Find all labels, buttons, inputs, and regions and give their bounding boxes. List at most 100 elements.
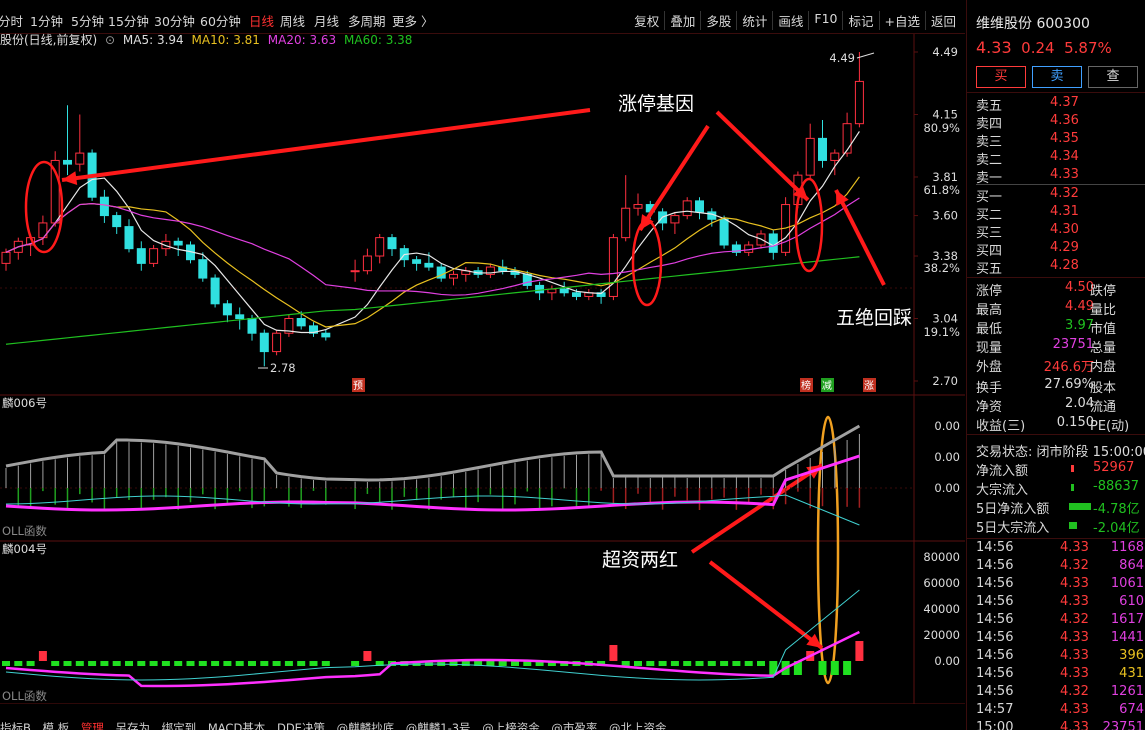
ind2-bar [260,661,269,666]
indicator-tab[interactable]: 绑定到 [162,721,197,730]
orderbook-price: 4.33 [1050,167,1079,182]
mark-button[interactable]: 标记 [842,11,878,30]
tick-row: 14:56 4.33 610 [976,594,1145,612]
ma5-line [5,131,860,334]
orderbook-price: 4.36 [1050,113,1079,128]
tab-30min[interactable]: 30分钟 [154,11,195,30]
tab-15min[interactable]: 15分钟 [108,11,149,30]
orderbook-price: 4.28 [1050,258,1079,273]
ind2-bar [2,661,10,666]
orderbook-row: 卖二 4.34 [976,149,1145,168]
stat-label: 涨停 [976,284,1003,299]
ind2-bar [14,661,23,666]
indicator-tab[interactable]: 指标B [0,721,31,730]
multi-stock-button[interactable]: 多股 [700,11,736,30]
orderbook-row: 卖三 4.35 [976,131,1145,150]
tick-row: 14:56 4.32 1617 [976,612,1145,630]
stat-label: 现量 [976,341,1003,356]
indicator-tab[interactable]: MACD基本 [208,721,265,730]
orderbook-label: 买一 [976,190,1003,205]
ind2-bar [511,661,519,666]
stock-title: 维维股份 600300 [976,13,1090,33]
ind2-bar [683,661,692,666]
kline-chart[interactable]: 4.494.153.813.603.383.042.7080.9%61.8%38… [0,34,965,704]
query-button[interactable]: 查 [1088,66,1138,88]
price-axis-label: 4.15 [932,107,958,121]
tab-5min[interactable]: 5分钟 [71,11,104,30]
tick-price: 4.33 [1060,720,1089,730]
indicator-tab[interactable]: @市盈率 [551,721,597,730]
sell-button[interactable]: 卖 [1032,66,1082,88]
indicator-tab[interactable]: 模 板 [43,721,70,730]
orderbook-price: 4.35 [1050,131,1079,146]
ind2-bar [272,661,281,666]
tab-weekly[interactable]: 周线 [280,11,305,30]
flow-row: 5日净流入额 -4.78亿 [976,498,1145,517]
flow-label: 净流入额 [976,464,1029,479]
candle-body [842,123,852,154]
tab-60min[interactable]: 60分钟 [200,11,241,30]
stat-row: 现量 23751 总量 [976,337,1145,356]
tab-daily[interactable]: 日线 [249,11,274,30]
buy-button[interactable]: 买 [976,66,1026,88]
tab-fenshi[interactable]: 分时 [0,11,23,30]
tick-row: 14:56 4.33 1061 [976,576,1145,594]
indicator-tab[interactable]: 另存为 [116,721,151,730]
stat-label: 最高 [976,303,1003,318]
fib-axis-label: 38.2% [923,261,960,275]
stat-label: 净资 [976,400,1003,415]
flow-bar [1069,522,1077,529]
ind1-magenta-line [5,454,860,512]
overlay-button[interactable]: 叠加 [664,11,700,30]
candle-body [124,226,134,250]
candle-body [173,240,183,246]
tick-time: 14:56 [976,648,1014,663]
ind2-axis-label: 40000 [923,602,960,616]
back-button[interactable]: 返回 [924,11,961,30]
ind2-bar [51,661,60,666]
top-toolbar: 分时 1分钟 5分钟 15分钟 30分钟 60分钟 日线 周线 月线 多周期 更… [0,0,965,34]
ma20-line [5,197,860,296]
indicator-tab[interactable]: @北上资金 [609,721,667,730]
tab-monthly[interactable]: 月线 [314,11,339,30]
candle-body [805,137,815,176]
candle-body [112,215,122,228]
orderbook-label: 买三 [976,226,1003,241]
flow-row: 净流入额 52967 [976,460,1145,479]
stat-row: 外盘 246.6万 内盘 [976,356,1145,375]
tick-row: 14:56 4.33 1168 [976,540,1145,558]
indicator-tab[interactable]: 管理 [81,721,104,730]
flow-row: 大宗流入 -88637 [976,479,1145,498]
tab-multi-period[interactable]: 多周期 [348,11,386,30]
tab-more[interactable]: 更多 〉 [392,11,433,30]
tick-price: 4.33 [1060,594,1089,609]
price-axis-label: 3.81 [932,170,958,184]
indicator-tab[interactable]: DDE决策 [277,721,325,730]
tick-row: 14:56 4.33 1441 [976,630,1145,648]
annotation-arrow [715,110,810,202]
ind2-bar [609,645,618,661]
statistics-button[interactable]: 统计 [736,11,772,30]
tab-1min[interactable]: 1分钟 [30,11,63,30]
stat-row: 换手 27.69% 股本 [976,377,1145,396]
annotation-arrow [61,108,591,182]
event-tag-label: 榜 [801,379,811,392]
event-tag-label: 涨 [864,380,874,392]
indicator-tabs: 指标B 模 板 管理 另存为 绑定到 MACD基本 DDE决策 @麒麟抄底 @麒… [0,720,965,730]
ind2-bar [670,661,679,666]
tick-price: 4.33 [1060,666,1089,681]
add-watchlist-button[interactable]: +自选 [878,11,925,30]
fib-axis-label: 61.8% [923,183,960,197]
last-price: 4.33 [976,38,1012,57]
indicator-tab[interactable]: @麒麟1-3号 [406,721,471,730]
orderbook-label: 卖三 [976,135,1003,150]
indicator-tab[interactable]: @上榜资金 [482,721,540,730]
tick-price: 4.33 [1060,630,1089,645]
draw-line-button[interactable]: 画线 [772,11,808,30]
f10-button[interactable]: F10 [808,11,842,30]
ind2-bar [707,661,716,666]
adjust-button[interactable]: 复权 [629,11,664,30]
tick-volume: 23751 [1102,720,1144,730]
tick-volume: 674 [1119,702,1144,717]
indicator-tab[interactable]: @麒麟抄底 [337,721,395,730]
